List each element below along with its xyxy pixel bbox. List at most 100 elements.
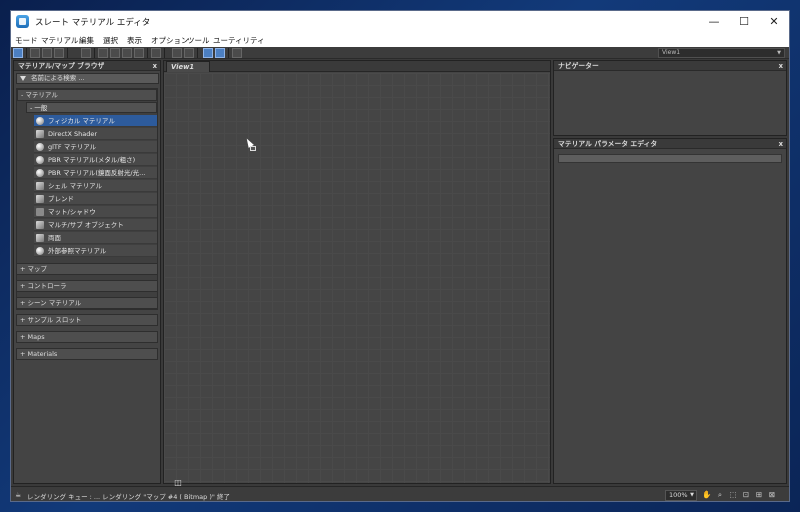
zoom-extents-selected-icon[interactable]: ⊞ [754,490,764,500]
material-item[interactable]: PBR マテリアル(メタル/粗さ) [34,154,157,166]
scene-materials-rollout[interactable]: + シーン マテリアル [16,297,158,309]
eyedropper-icon[interactable] [30,48,40,58]
select-tool-icon[interactable] [13,48,23,58]
zoom-dropdown[interactable]: 100% ▼ [665,490,697,501]
frame-selected-icon[interactable]: ⊠ [767,490,777,500]
browser-header: マテリアル/マップ ブラウザ x [14,61,160,71]
toolbar-separator [67,48,68,58]
delete-icon[interactable] [81,48,91,58]
sphere-swatch-icon [36,117,44,125]
toolbar-separator [94,48,95,58]
node-view-panel: View1 ◫ [163,60,551,487]
material-item-label: マルチ/サブ オブジェクト [48,221,124,229]
view-selector-dropdown[interactable]: View1 ▼ [658,48,785,58]
materials-rollout-header[interactable]: - マテリアル [17,89,157,101]
view-tab-bar: View1 [164,61,550,72]
flat-swatch-icon [36,208,44,216]
pan-hand-icon[interactable]: ✋ [702,490,712,500]
menu-mode[interactable]: モード [15,35,38,46]
menu-tools[interactable]: ツール [187,35,210,46]
material-map-browser-toggle-icon[interactable] [203,48,213,58]
material-item[interactable]: マルチ/サブ オブジェクト [34,219,157,231]
slate-material-editor-window: スレート マテリアル エディタ — ☐ ✕ モード マテリアル 編集 選択 表示… [10,10,790,502]
square-swatch-icon [36,221,44,229]
status-bar: ☕ レンダリング キュー : ... レンダリング "マップ #4 ( Bitm… [11,486,789,501]
menu-material[interactable]: マテリアル [41,35,78,46]
sample-slots-rollout[interactable]: + サンプル スロット [16,314,158,326]
material-item-label: マット/シャドウ [48,208,96,216]
navigator-title: ナビゲーター [558,62,599,70]
minimize-button[interactable]: — [699,11,729,33]
material-item-label: ブレンド [48,195,74,203]
menu-select[interactable]: 選択 [103,35,118,46]
background-icon[interactable] [134,48,144,58]
material-item[interactable]: 外部参照マテリアル [34,245,157,257]
material-item[interactable]: DirectX Shader [34,128,157,140]
material-map-browser-panel: マテリアル/マップ ブラウザ x 名前による検索 ... - マテリアル - 一… [13,60,161,484]
assign-material-icon[interactable] [42,48,52,58]
navigator-header: ナビゲーター x [554,61,786,71]
sphere-swatch-icon [36,169,44,177]
parameter-editor-header: マテリアル パラメータ エディタ x [554,139,786,149]
zoom-icon[interactable]: ⌕ [715,490,725,500]
menu-utilities[interactable]: ユーティリティ [213,35,265,46]
material-parameter-editor-panel: マテリアル パラメータ エディタ x [553,138,787,484]
materials-en-rollout[interactable]: + Materials [16,348,158,360]
hide-unused-slots-icon[interactable] [110,48,120,58]
app-icon [16,15,29,28]
zoom-region-icon[interactable]: ⬚ [728,490,738,500]
material-item[interactable]: シェル マテリアル [34,180,157,192]
title-bar: スレート マテリアル エディタ — ☐ ✕ [11,11,789,33]
toolbar-separator [147,48,148,58]
toolbar-separator [228,48,229,58]
search-options-triangle-icon[interactable] [20,76,26,81]
general-subgroup-header[interactable]: - 一般 [26,102,157,113]
tab-view1[interactable]: View1 [166,61,210,72]
maps-rollout[interactable]: + マップ [16,263,158,275]
square-swatch-icon [36,182,44,190]
material-item-label: DirectX Shader [48,130,98,138]
parameter-editor-title: マテリアル パラメータ エディタ [558,140,658,148]
menu-view[interactable]: 表示 [127,35,142,46]
view-selector-value: View1 [662,49,681,56]
search-by-name-field[interactable]: 名前による検索 ... [16,73,159,84]
toolbar-separator [164,48,165,58]
sphere-swatch-icon [36,156,44,164]
material-item-label: 両面 [48,234,61,242]
toolbar: View1 ▼ [11,47,789,59]
toolbar-separator [197,48,198,58]
material-item[interactable]: glTF マテリアル [34,141,157,153]
menu-options[interactable]: オプション [151,35,189,46]
select-by-material-icon[interactable] [232,48,242,58]
parameter-name-field[interactable] [558,154,782,163]
parameter-editor-toggle-icon[interactable] [215,48,225,58]
material-item-label: glTF マテリアル [48,143,97,151]
browser-close-button[interactable]: x [153,61,157,71]
close-button[interactable]: ✕ [759,11,789,33]
material-item[interactable]: ブレンド [34,193,157,205]
zoom-extents-icon[interactable]: ⊡ [741,490,751,500]
material-item-label: フィジカル マテリアル [48,117,115,125]
move-children-icon[interactable] [98,48,108,58]
square-swatch-icon [36,234,44,242]
controllers-rollout[interactable]: + コントローラ [16,280,158,292]
material-item-label: PBR マテリアル(メタル/粗さ) [48,156,136,164]
navigator-close-button[interactable]: x [779,61,783,71]
material-item-label: 外部参照マテリアル [48,247,107,255]
chevron-down-icon: ▼ [777,50,781,56]
node-view-canvas[interactable]: ◫ [164,73,550,487]
pick-material-icon[interactable] [54,48,64,58]
maps-en-rollout[interactable]: + Maps [16,331,158,343]
material-item[interactable]: 両面 [34,232,157,244]
material-item[interactable]: マット/シャドウ [34,206,157,218]
layout-vertical-icon[interactable] [172,48,182,58]
layout-all-icon[interactable] [122,48,132,58]
material-item[interactable]: フィジカル マテリアル [34,115,157,127]
maximize-button[interactable]: ☐ [729,11,759,33]
menu-edit[interactable]: 編集 [79,35,94,46]
show-background-icon[interactable] [151,48,161,58]
window-title: スレート マテリアル エディタ [35,18,151,28]
parameter-editor-close-button[interactable]: x [779,139,783,149]
material-item[interactable]: PBR マテリアル(鏡面反射光/光... [34,167,157,179]
layout-horizontal-icon[interactable] [184,48,194,58]
